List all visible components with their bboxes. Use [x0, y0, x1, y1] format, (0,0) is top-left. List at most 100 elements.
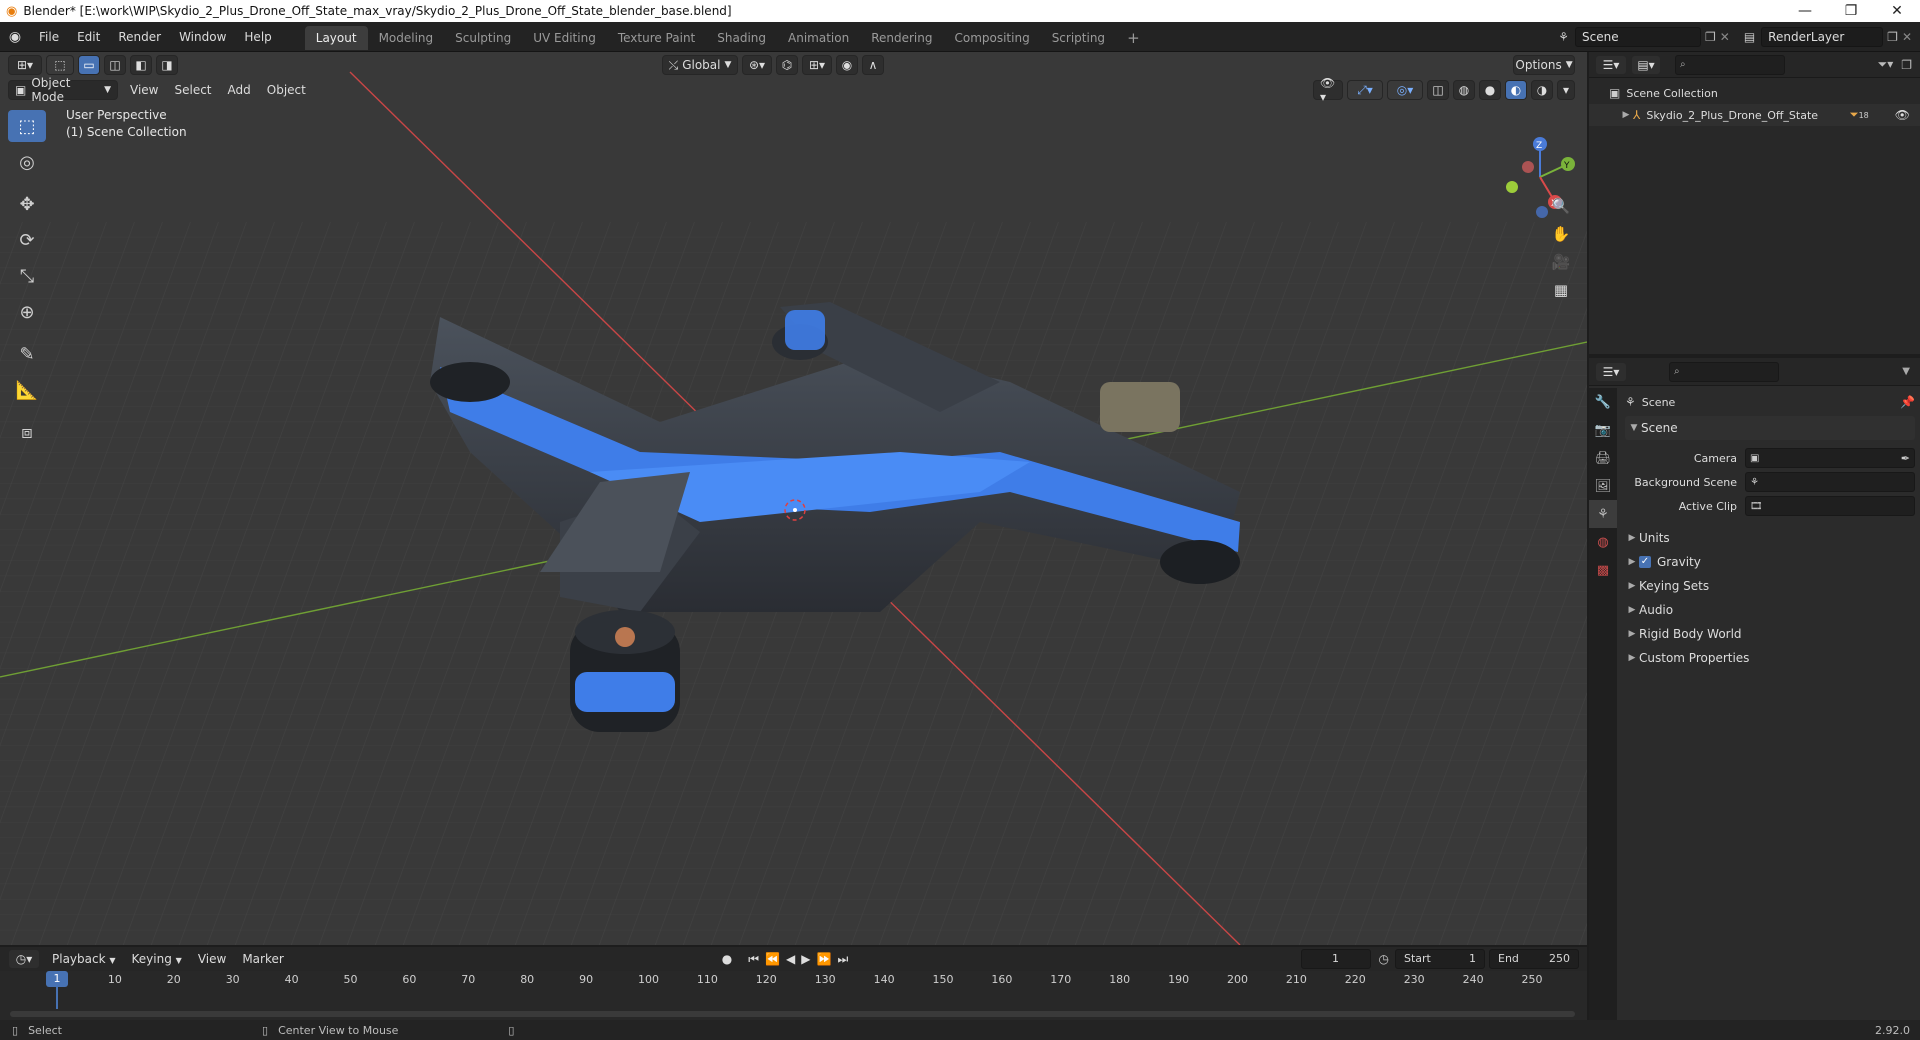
scale-tool-icon[interactable]: ⤡: [8, 260, 46, 292]
filter-icon[interactable]: ⏷▾: [1878, 57, 1894, 72]
object-mode-dropdown[interactable]: ▣ Object Mode ▼: [8, 76, 118, 104]
scene-selector-icon[interactable]: ⚘: [1558, 30, 1569, 44]
tab-modeling[interactable]: Modeling: [368, 26, 445, 50]
active-clip-field[interactable]: 🎞: [1745, 496, 1915, 516]
snap-toggle-icon[interactable]: ⌬: [776, 55, 798, 75]
tool-tab-icon[interactable]: 🔧: [1589, 388, 1617, 416]
play-icon[interactable]: ▶: [801, 952, 810, 966]
new-collection-icon[interactable]: ❐: [1901, 58, 1912, 72]
gravity-checkbox[interactable]: ✓: [1639, 556, 1651, 568]
jump-keyframe-forward-icon[interactable]: ⏩: [817, 952, 832, 966]
record-icon[interactable]: ●: [722, 952, 732, 966]
pivot-point-dropdown[interactable]: ⊛▾: [742, 55, 772, 75]
new-scene-icon[interactable]: ❐: [1705, 30, 1716, 44]
viewport-menu-select[interactable]: Select: [166, 83, 219, 97]
xray-toggle-icon[interactable]: ◫: [1427, 80, 1449, 100]
rotate-tool-icon[interactable]: ⟳: [8, 224, 46, 256]
restore-icon[interactable]: ❐: [1828, 0, 1874, 22]
menu-window[interactable]: Window: [170, 22, 235, 52]
annotate-tool-icon[interactable]: ✎: [8, 338, 46, 370]
shading-options-icon[interactable]: ▾: [1557, 80, 1575, 100]
select-box-tool-icon[interactable]: ⬚: [8, 110, 46, 142]
timeline-menu-playback[interactable]: Playback ▼: [44, 952, 124, 966]
move-tool-icon[interactable]: ✥: [8, 188, 46, 220]
scene-panel-header[interactable]: ▼ Scene: [1625, 416, 1915, 440]
properties-editor-type-button[interactable]: ☰▾: [1595, 361, 1627, 382]
blender-menu-icon[interactable]: ◉: [0, 29, 30, 45]
playhead[interactable]: 1: [46, 971, 68, 987]
outliner-item-row[interactable]: ▶ ⅄ Skydio_2_Plus_Drone_Off_State ⏷ 18 👁: [1589, 104, 1920, 126]
3d-viewport[interactable]: Z Y X ⊞▾ ⬚ ▭ ◫ ◧ ◨ ⤯ Global ▼ ⊛▾ ⌬ ⊞▾ ◉ …: [0, 52, 1587, 945]
render-tab-icon[interactable]: 📷: [1589, 416, 1617, 444]
visibility-icon[interactable]: 👁▾: [1313, 76, 1343, 104]
tab-rendering[interactable]: Rendering: [860, 26, 943, 50]
jump-start-icon[interactable]: ⏮: [748, 952, 759, 967]
tab-sculpting[interactable]: Sculpting: [444, 26, 522, 50]
minimize-icon[interactable]: —: [1782, 0, 1828, 22]
expand-triangle-icon[interactable]: ▶: [1619, 110, 1633, 120]
outliner-display-mode-button[interactable]: ▤▾: [1631, 54, 1661, 75]
world-tab-icon[interactable]: ◍: [1589, 528, 1617, 556]
shading-material-icon[interactable]: ◐: [1505, 80, 1527, 100]
pan-hand-icon[interactable]: ✋: [1547, 220, 1575, 248]
rigid-body-world-panel-header[interactable]: ▶ Rigid Body World: [1625, 622, 1915, 646]
timeline-editor-type-button[interactable]: ◷▾: [8, 949, 40, 969]
units-panel-header[interactable]: ▶ Units: [1625, 526, 1915, 550]
play-reverse-icon[interactable]: ◀: [786, 952, 795, 966]
tab-compositing[interactable]: Compositing: [943, 26, 1040, 50]
overlay-toggle-icon[interactable]: ◎▾: [1387, 80, 1423, 100]
tab-texture-paint[interactable]: Texture Paint: [607, 26, 706, 50]
proportional-editing-icon[interactable]: ◉: [836, 55, 858, 75]
viewport-canvas[interactable]: Z Y X: [0, 52, 1587, 945]
select-box-new-icon[interactable]: ▭: [78, 55, 100, 75]
timeline-ruler[interactable]: 1 10 20 30 40 50 60 70 80 90 100 110 120 130 140 150 16…: [0, 971, 1587, 1020]
shading-solid-icon[interactable]: ●: [1479, 80, 1501, 100]
select-box-invert-icon[interactable]: ◨: [156, 55, 178, 75]
clock-icon[interactable]: ◷: [1379, 952, 1389, 966]
scene-tab-icon[interactable]: ⚘: [1589, 500, 1617, 528]
menu-render[interactable]: Render: [109, 22, 170, 52]
camera-view-icon[interactable]: 🎥: [1547, 248, 1575, 276]
outliner-scene-collection-row[interactable]: ▣ Scene Collection: [1589, 82, 1920, 104]
view-layer-field[interactable]: RenderLayer: [1761, 26, 1884, 47]
gravity-panel-header[interactable]: ▶ ✓ Gravity: [1625, 550, 1915, 574]
view-layer-tab-icon[interactable]: 🖼: [1589, 472, 1617, 500]
transform-orientation-dropdown[interactable]: ⤯ Global ▼: [662, 55, 738, 75]
select-mode-button[interactable]: ⬚: [46, 55, 74, 75]
eye-icon[interactable]: 👁: [1895, 108, 1910, 122]
menu-help[interactable]: Help: [235, 22, 280, 52]
jump-keyframe-back-icon[interactable]: ⏪: [765, 952, 780, 966]
tab-scripting[interactable]: Scripting: [1041, 26, 1116, 50]
view-layer-icon[interactable]: ▤: [1744, 30, 1755, 44]
new-view-layer-icon[interactable]: ❐: [1887, 30, 1898, 44]
select-box-extend-icon[interactable]: ◫: [104, 55, 126, 75]
menu-edit[interactable]: Edit: [68, 22, 109, 52]
timeline-menu-marker[interactable]: Marker: [234, 952, 291, 966]
camera-field[interactable]: ▣ ✒: [1745, 448, 1915, 468]
editor-type-button[interactable]: ⊞▾: [8, 55, 42, 75]
timeline-menu-keying[interactable]: Keying ▼: [124, 952, 190, 966]
viewport-menu-view[interactable]: View: [122, 83, 166, 97]
outliner-editor-type-button[interactable]: ☰▾: [1595, 54, 1627, 75]
close-icon[interactable]: ✕: [1874, 0, 1920, 22]
add-workspace-button[interactable]: +: [1116, 26, 1151, 50]
tab-layout[interactable]: Layout: [304, 25, 368, 50]
scene-field[interactable]: Scene: [1575, 26, 1701, 47]
options-dropdown[interactable]: Options ▼: [1513, 55, 1575, 75]
viewport-menu-add[interactable]: Add: [220, 83, 259, 97]
timeline-scrollbar[interactable]: [10, 1011, 1575, 1017]
tab-animation[interactable]: Animation: [777, 26, 860, 50]
measure-tool-icon[interactable]: 📐: [8, 374, 46, 406]
select-box-subtract-icon[interactable]: ◧: [130, 55, 152, 75]
timeline-editor[interactable]: ◷▾ Playback ▼ Keying ▼ View Marker ● ⏮ ⏪…: [0, 947, 1587, 1020]
delete-scene-icon[interactable]: ✕: [1720, 30, 1730, 44]
current-frame-field[interactable]: 1: [1300, 949, 1371, 969]
outliner-search-input[interactable]: ⌕: [1675, 54, 1785, 75]
texture-tab-icon[interactable]: ▩: [1589, 556, 1617, 584]
audio-panel-header[interactable]: ▶ Audio: [1625, 598, 1915, 622]
eyedropper-icon[interactable]: ✒: [1901, 452, 1910, 465]
end-frame-field[interactable]: End 250: [1489, 949, 1579, 969]
menu-file[interactable]: File: [30, 22, 68, 52]
background-scene-field[interactable]: ⚘: [1745, 472, 1915, 492]
tab-uv-editing[interactable]: UV Editing: [522, 26, 607, 50]
